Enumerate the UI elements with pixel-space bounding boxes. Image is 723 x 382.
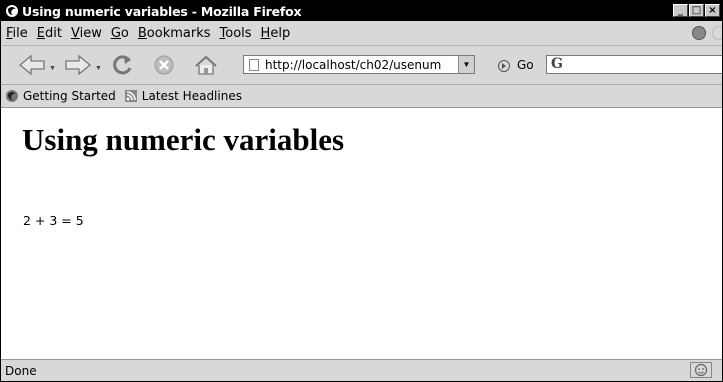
rss-feed-icon	[124, 89, 138, 103]
menu-bar: File Edit View Go Bookmarks Tools Help	[1, 21, 722, 46]
url-bar[interactable]: http://localhost/ch02/usenum ▼	[243, 55, 475, 74]
page-heading: Using numeric variables	[22, 122, 345, 157]
result-text: 2 + 3 = 5	[23, 213, 84, 228]
menu-go[interactable]: Go	[111, 26, 129, 41]
window-title: Using numeric variables - Mozilla Firefo…	[22, 3, 302, 19]
browser-window: Using numeric variables - Mozilla Firefo…	[0, 0, 723, 382]
security-status-icon[interactable]	[690, 362, 712, 378]
reload-icon[interactable]	[110, 54, 134, 81]
google-search-icon[interactable]: G	[551, 56, 563, 72]
back-arrow-icon[interactable]	[18, 54, 46, 81]
menu-view[interactable]: View	[71, 26, 102, 41]
firefox-icon	[5, 89, 19, 103]
title-bar[interactable]: Using numeric variables - Mozilla Firefo…	[1, 1, 722, 21]
menu-file[interactable]: File	[6, 26, 28, 41]
close-button[interactable]: ×	[705, 4, 720, 17]
back-dropdown-icon[interactable]: ▼	[49, 65, 56, 72]
bookmarks-toolbar: Getting Started Latest Headlines	[1, 85, 722, 108]
page-content: Using numeric variables 2 + 3 = 5	[1, 108, 722, 359]
menu-tools[interactable]: Tools	[220, 26, 252, 41]
menu-edit[interactable]: Edit	[37, 26, 62, 41]
url-dropdown-icon[interactable]: ▼	[458, 56, 474, 73]
go-icon[interactable]	[498, 60, 510, 72]
go-button-label[interactable]: Go	[517, 58, 534, 72]
bookmark-getting-started[interactable]: Getting Started	[5, 89, 116, 103]
firefox-icon	[4, 4, 19, 19]
stop-icon[interactable]	[153, 54, 175, 81]
bookmark-latest-headlines[interactable]: Latest Headlines	[124, 89, 242, 103]
status-bar: Done	[1, 359, 722, 381]
page-icon	[249, 58, 259, 71]
status-text: Done	[5, 363, 37, 378]
maximize-button[interactable]: □	[689, 4, 704, 17]
throbber-icon	[692, 26, 706, 40]
forward-arrow-icon[interactable]	[64, 54, 92, 81]
menu-bookmarks[interactable]: Bookmarks	[138, 26, 211, 41]
forward-dropdown-icon[interactable]: ▼	[95, 65, 102, 72]
home-icon[interactable]	[194, 54, 218, 81]
search-box[interactable]: G	[546, 55, 722, 74]
minimize-button[interactable]: _	[673, 4, 688, 17]
menu-help[interactable]: Help	[261, 26, 291, 41]
navigation-toolbar: ▼ ▼ http://localhost/ch02/usenum ▼ Go G	[1, 46, 722, 85]
url-text[interactable]: http://localhost/ch02/usenum	[265, 58, 455, 72]
throbber-edge-icon	[712, 26, 722, 40]
